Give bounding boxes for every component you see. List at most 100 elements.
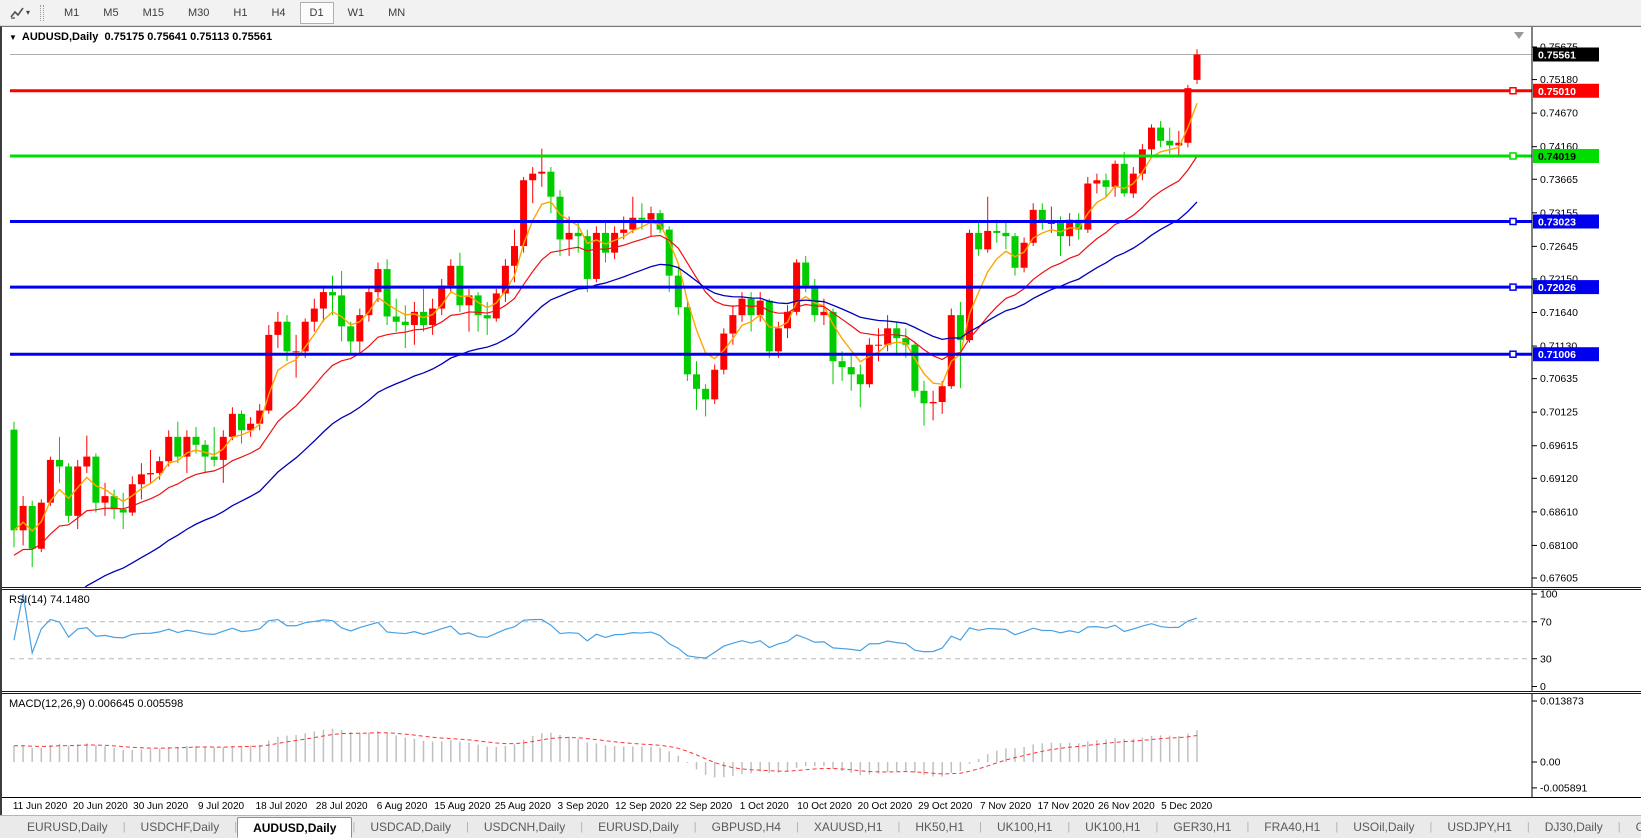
chart-tab-china300-h1[interactable]: CHINA300,H1	[1621, 816, 1641, 838]
macd-histogram-bar	[314, 732, 316, 762]
hline-drag-handle[interactable]	[1510, 88, 1516, 94]
macd-tick-label: 0.013873	[1540, 696, 1584, 708]
chart-tab-uk100-h1[interactable]: UK100,H1	[982, 816, 1067, 838]
macd-label: MACD(12,26,9) 0.006645 0.005598	[9, 698, 183, 710]
macd-histogram-bar	[341, 730, 343, 762]
candle-body	[839, 361, 846, 367]
macd-histogram-bar	[550, 733, 552, 762]
macd-histogram-bar	[559, 735, 561, 762]
date-label: 26 Nov 2020	[1098, 801, 1155, 812]
rsi-indicator-pane[interactable]: 10070300	[2, 590, 1641, 691]
chart-tab-usdcnh-daily[interactable]: USDCNH,Daily	[469, 816, 580, 838]
symbol-tab-bar: EURUSD,Daily|USDCHF,Daily|AUDUSD,Daily|U…	[0, 815, 1641, 838]
macd-histogram-bar	[1042, 743, 1044, 762]
chart-tab-eurusd-daily[interactable]: EURUSD,Daily	[12, 816, 123, 838]
macd-histogram-bar	[232, 746, 234, 762]
chart-tab-usdcad-daily[interactable]: USDCAD,Daily	[355, 816, 466, 838]
macd-histogram-bar	[122, 750, 124, 762]
candle-body	[693, 374, 700, 388]
hline-drag-handle[interactable]	[1510, 284, 1516, 290]
timeframe-button-m30[interactable]: M30	[178, 2, 219, 24]
timeframe-button-h1[interactable]: H1	[223, 2, 257, 24]
collapse-indicator-icon[interactable]: ▼	[9, 33, 17, 42]
macd-histogram-bar	[1123, 739, 1125, 762]
date-label: 6 Aug 2020	[377, 801, 428, 812]
macd-histogram-bar	[223, 747, 225, 762]
macd-histogram-bar	[696, 762, 698, 769]
candle-body	[11, 430, 18, 531]
candle-body	[47, 460, 54, 503]
macd-histogram-bar	[250, 746, 252, 762]
macd-histogram-bar	[796, 762, 798, 768]
candle-body	[729, 315, 736, 333]
candle-body	[921, 391, 928, 404]
chart-tab-uk100-h1[interactable]: UK100,H1	[1070, 816, 1155, 838]
chart-tab-hk50-h1[interactable]: HK50,H1	[900, 816, 979, 838]
macd-histogram-bar	[459, 742, 461, 762]
macd-histogram-bar	[95, 745, 97, 762]
macd-histogram-bar	[960, 762, 962, 771]
chart-tab-eurusd-daily[interactable]: EURUSD,Daily	[583, 816, 694, 838]
chart-tab-usdjpy-h1[interactable]: USDJPY,H1	[1432, 816, 1526, 838]
main-chart-pane[interactable]: 0.756750.751800.746700.741600.736650.731…	[2, 27, 1641, 587]
timeframe-button-m1[interactable]: M1	[54, 2, 89, 24]
chart-tab-fra40-h1[interactable]: FRA40,H1	[1249, 816, 1335, 838]
candle-body	[1103, 180, 1110, 187]
macd-histogram-bar	[623, 746, 625, 762]
timeframe-button-mn[interactable]: MN	[378, 2, 415, 24]
timeframe-button-m15[interactable]: M15	[133, 2, 174, 24]
chart-tool-button[interactable]: ▾	[6, 4, 34, 22]
hline-drag-handle[interactable]	[1510, 219, 1516, 225]
candle-body	[984, 231, 991, 249]
candle-body	[384, 269, 391, 316]
macd-histogram-bar	[277, 737, 279, 762]
macd-histogram-bar	[50, 745, 52, 762]
chart-title: ▼AUDUSD,Daily 0.75175 0.75641 0.75113 0.…	[9, 31, 272, 43]
date-axis[interactable]: 11 Jun 202020 Jun 202030 Jun 20209 Jul 2…	[2, 797, 1641, 815]
timeframe-button-h4[interactable]: H4	[261, 2, 295, 24]
chart-tab-dj30-daily[interactable]: DJ30,Daily	[1530, 816, 1618, 838]
price-tick-label: 0.68100	[1540, 540, 1578, 552]
macd-histogram-bar	[723, 762, 725, 777]
date-label: 1 Oct 2020	[740, 801, 789, 812]
rsi-tick-label: 0	[1540, 681, 1546, 691]
chart-tab-usoil-daily[interactable]: USOil,Daily	[1338, 816, 1429, 838]
candle-body	[739, 299, 746, 315]
macd-histogram-bar	[650, 747, 652, 762]
macd-histogram-bar	[132, 750, 134, 762]
hline-drag-handle[interactable]	[1510, 153, 1516, 159]
candle-body	[29, 506, 36, 549]
price-badge-label: 0.75561	[1538, 50, 1576, 62]
macd-indicator-pane[interactable]: 0.0138730.00-0.005891	[2, 694, 1641, 797]
chart-tab-xauusd-h1[interactable]: XAUUSD,H1	[799, 816, 898, 838]
macd-histogram-bar	[568, 737, 570, 762]
candle-body	[638, 218, 645, 220]
macd-histogram-bar	[741, 762, 743, 774]
timeframe-button-m5[interactable]: M5	[93, 2, 128, 24]
price-tick-label: 0.67605	[1540, 573, 1578, 585]
timeframe-button-d1[interactable]: D1	[300, 2, 334, 24]
macd-histogram-bar	[969, 762, 971, 764]
macd-histogram-bar	[641, 747, 643, 762]
chart-tab-ger30-h1[interactable]: GER30,H1	[1158, 816, 1246, 838]
rsi-tick-label: 30	[1540, 653, 1552, 665]
candle-body	[1012, 236, 1019, 268]
caret-down-icon: ▾	[26, 8, 30, 17]
price-tick-label: 0.70635	[1540, 373, 1578, 385]
chart-tab-audusd-daily[interactable]: AUDUSD,Daily	[237, 817, 352, 838]
macd-histogram-bar	[31, 748, 33, 762]
timeframe-button-w1[interactable]: W1	[338, 2, 375, 24]
candle-body	[493, 293, 500, 318]
chart-tab-usdchf-daily[interactable]: USDCHF,Daily	[126, 816, 235, 838]
hline-drag-handle[interactable]	[1510, 351, 1516, 357]
macd-histogram-bar	[13, 746, 15, 762]
macd-histogram-bar	[1060, 743, 1062, 762]
macd-histogram-bar	[687, 762, 689, 763]
macd-histogram-bar	[705, 762, 707, 775]
candle-body	[20, 506, 27, 530]
macd-histogram-bar	[505, 746, 507, 762]
macd-histogram-bar	[532, 736, 534, 762]
chart-tab-gbpusd-h4[interactable]: GBPUSD,H4	[697, 816, 796, 838]
macd-histogram-bar	[978, 759, 980, 762]
macd-histogram-bar	[295, 735, 297, 762]
